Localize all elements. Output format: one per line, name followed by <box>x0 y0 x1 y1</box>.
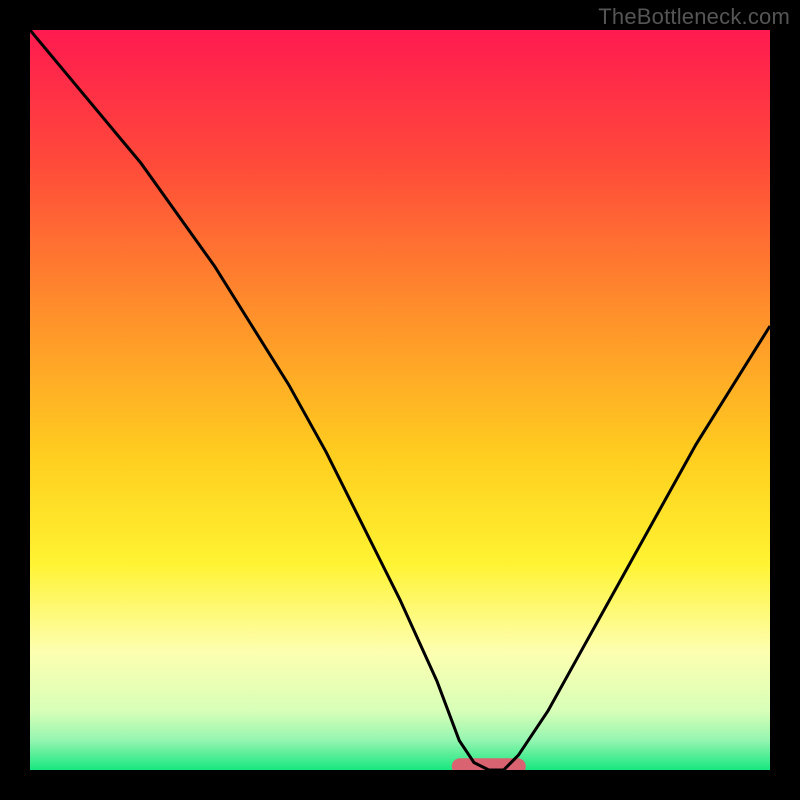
chart-svg <box>30 30 770 770</box>
gradient-background <box>30 30 770 770</box>
plot-area <box>30 30 770 770</box>
chart-container: TheBottleneck.com <box>0 0 800 800</box>
watermark-text: TheBottleneck.com <box>598 4 790 30</box>
